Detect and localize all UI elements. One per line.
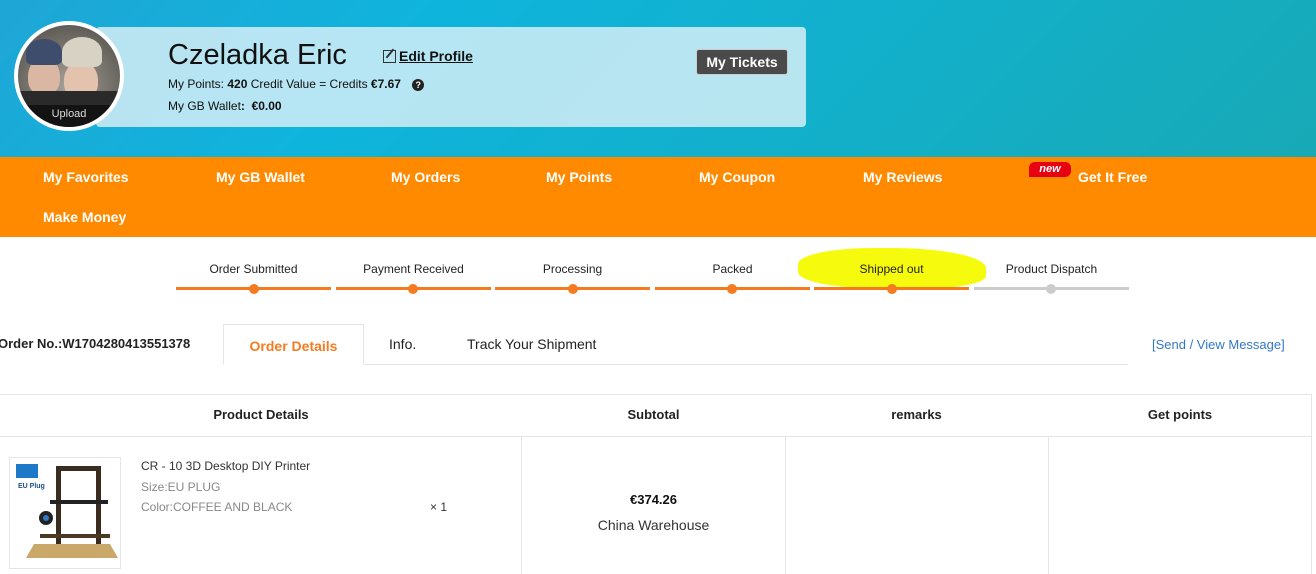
points-value: 420	[227, 77, 248, 91]
nav-my-coupon[interactable]: My Coupon	[699, 169, 775, 185]
header-get-points: Get points	[1048, 395, 1312, 437]
avatar-upload-overlay[interactable]: Upload	[18, 105, 120, 127]
edit-profile-link[interactable]: Edit Profile	[383, 48, 473, 64]
edit-profile-label: Edit Profile	[399, 48, 473, 64]
product-quantity: × 1	[430, 500, 448, 514]
step-dot	[568, 284, 578, 294]
nav-my-reviews[interactable]: My Reviews	[863, 169, 942, 185]
nav-my-points[interactable]: My Points	[546, 169, 612, 185]
wallet-label: My GB Wallet	[168, 99, 241, 113]
points-line: My Points: 420 Credit Value = Credits €7…	[168, 77, 425, 91]
help-icon[interactable]: ?	[412, 78, 425, 91]
order-table: Product Details Subtotal remarks Get poi…	[0, 394, 1312, 574]
user-name: Czeladka Eric	[168, 39, 347, 71]
points-label: My Points:	[168, 77, 225, 91]
new-badge: new	[1029, 162, 1071, 177]
product-title[interactable]: CR - 10 3D Desktop DIY Printer	[141, 459, 310, 473]
order-number: Order No.:W1704280413551378	[0, 336, 191, 351]
header-remarks: remarks	[785, 395, 1048, 437]
tab-order-details[interactable]: Order Details	[223, 324, 364, 365]
send-view-message-link[interactable]: [Send / View Message]	[1152, 337, 1285, 352]
tab-info[interactable]: Info.	[389, 336, 416, 352]
step-dot	[1046, 284, 1056, 294]
product-thumbnail[interactable]: EU Plug	[9, 457, 121, 569]
credit-value: €7.67	[370, 77, 401, 91]
avatar[interactable]: Upload	[14, 21, 124, 131]
step-label: Processing	[542, 262, 603, 276]
product-color: Color:COFFEE AND BLACK	[141, 500, 293, 514]
credit-label: Credit Value = Credits	[250, 77, 368, 91]
nav-my-gb-wallet[interactable]: My GB Wallet	[216, 169, 305, 185]
printer-image: EU Plug	[16, 464, 118, 558]
my-tickets-button[interactable]: My Tickets	[696, 49, 788, 75]
step-dot	[887, 284, 897, 294]
step-label: Product Dispatch	[1005, 262, 1098, 276]
step-dot	[727, 284, 737, 294]
tab-track-shipment[interactable]: Track Your Shipment	[467, 336, 596, 352]
subtotal-price: €374.26	[630, 492, 677, 507]
nav-my-favorites[interactable]: My Favorites	[43, 169, 129, 185]
step-label: Shipped out	[859, 262, 924, 276]
header-subtotal: Subtotal	[522, 395, 785, 437]
nav-get-it-free[interactable]: Get It Free	[1078, 169, 1147, 185]
edit-icon	[383, 49, 396, 63]
profile-banner: Czeladka Eric Edit Profile My Points: 42…	[0, 0, 1316, 157]
nav-my-orders[interactable]: My Orders	[391, 169, 460, 185]
step-label: Payment Received	[363, 262, 464, 276]
account-nav: My Favorites My GB Wallet My Orders My P…	[0, 157, 1316, 237]
wallet-line: My GB Wallet: €0.00	[168, 99, 282, 113]
header-product-details: Product Details	[0, 395, 522, 437]
profile-card: Czeladka Eric Edit Profile My Points: 42…	[96, 27, 806, 127]
step-label: Order Submitted	[209, 262, 298, 276]
warehouse-label: China Warehouse	[597, 517, 710, 533]
product-size: Size:EU PLUG	[141, 480, 221, 494]
eu-plug-tag: EU Plug	[18, 483, 45, 490]
avatar-image: Upload	[18, 25, 120, 127]
wallet-value: €0.00	[251, 99, 282, 113]
step-dot	[408, 284, 418, 294]
order-progress: Order Submitted Payment Received Process…	[0, 237, 1316, 307]
step-dot	[249, 284, 259, 294]
nav-make-money[interactable]: Make Money	[43, 209, 126, 225]
step-label: Packed	[712, 262, 753, 276]
